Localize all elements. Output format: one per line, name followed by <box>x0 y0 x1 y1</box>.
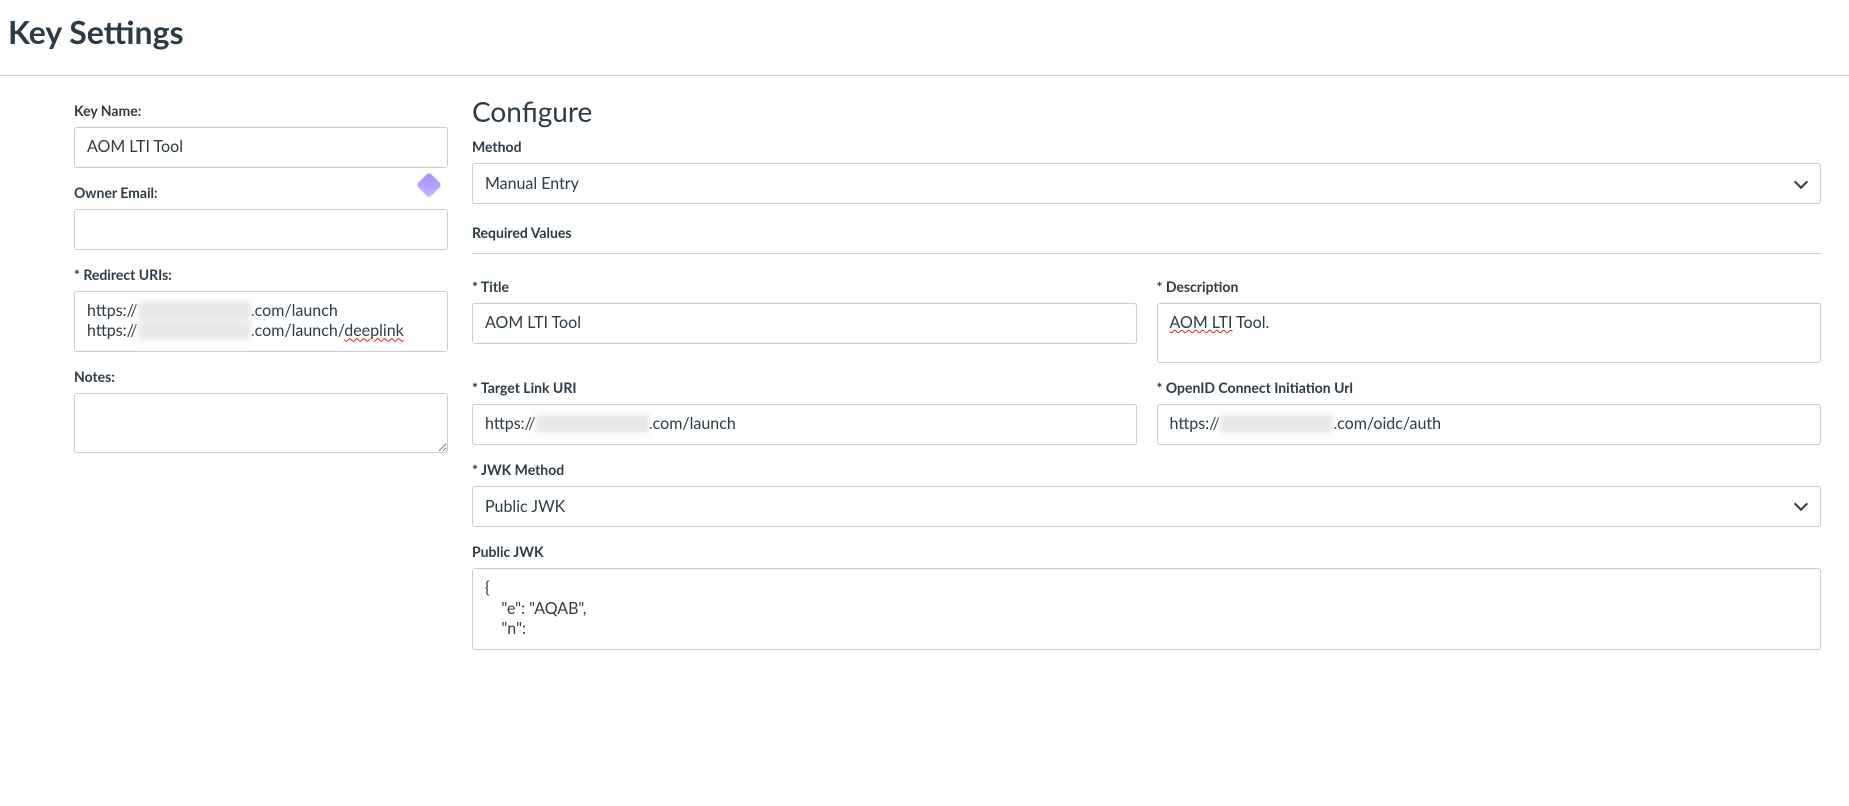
openid-url-label: * OpenID Connect Initiation Url <box>1157 379 1822 396</box>
chevron-down-icon <box>1794 499 1808 513</box>
key-name-input[interactable] <box>74 127 448 168</box>
public-jwk-group: Public JWK { "e": "AQAB", "n": <box>472 543 1821 650</box>
content-area: Key Name: Owner Email: * Redirect URIs: … <box>0 76 1849 666</box>
notes-input[interactable] <box>74 393 448 453</box>
divider <box>472 253 1821 254</box>
owner-email-input[interactable] <box>74 209 448 250</box>
page-header: Key Settings <box>0 0 1849 76</box>
target-link-uri-label: * Target Link URI <box>472 379 1137 396</box>
title-description-row: * Title * Description AOM LTI Tool. <box>472 278 1821 379</box>
method-label: Method <box>472 138 1821 155</box>
key-name-label: Key Name: <box>74 102 448 119</box>
required-values-heading: Required Values <box>472 224 1821 241</box>
openid-url-group: * OpenID Connect Initiation Url https://… <box>1157 379 1822 445</box>
key-name-group: Key Name: <box>74 102 448 168</box>
target-link-uri-group: * Target Link URI https://██████████.com… <box>472 379 1137 445</box>
right-column: Configure Method Manual Entry Required V… <box>448 96 1849 666</box>
jwk-method-select[interactable]: Public JWK <box>472 486 1821 527</box>
public-jwk-input[interactable]: { "e": "AQAB", "n": <box>472 568 1821 650</box>
page-title: Key Settings <box>8 12 1841 51</box>
description-input[interactable]: AOM LTI Tool. <box>1157 303 1822 363</box>
owner-email-label: Owner Email: <box>74 184 448 201</box>
notes-label: Notes: <box>74 368 448 385</box>
title-input[interactable] <box>472 303 1137 344</box>
redirect-uris-label: * Redirect URIs: <box>74 266 448 283</box>
public-jwk-label: Public JWK <box>472 543 1821 560</box>
title-label: * Title <box>472 278 1137 295</box>
notes-group: Notes: <box>74 368 448 457</box>
openid-url-input[interactable]: https://██████████.com/oidc/auth <box>1157 404 1822 445</box>
method-select[interactable]: Manual Entry <box>472 163 1821 204</box>
left-column: Key Name: Owner Email: * Redirect URIs: … <box>0 96 448 666</box>
method-group: Method Manual Entry <box>472 138 1821 204</box>
jwk-method-label: * JWK Method <box>472 461 1821 478</box>
description-label: * Description <box>1157 278 1822 295</box>
jwk-method-group: * JWK Method Public JWK <box>472 461 1821 527</box>
chevron-down-icon <box>1794 177 1808 191</box>
jwk-method-selected-value: Public JWK <box>485 497 565 516</box>
method-selected-value: Manual Entry <box>485 174 579 193</box>
description-group: * Description AOM LTI Tool. <box>1157 278 1822 363</box>
configure-heading: Configure <box>472 94 1821 128</box>
target-openid-row: * Target Link URI https://██████████.com… <box>472 379 1821 461</box>
redirect-uris-input[interactable]: https://██████████.com/launch https://██… <box>74 291 448 353</box>
title-group: * Title <box>472 278 1137 363</box>
redirect-uris-group: * Redirect URIs: https://██████████.com/… <box>74 266 448 353</box>
owner-email-group: Owner Email: <box>74 184 448 250</box>
target-link-uri-input[interactable]: https://██████████.com/launch <box>472 404 1137 445</box>
